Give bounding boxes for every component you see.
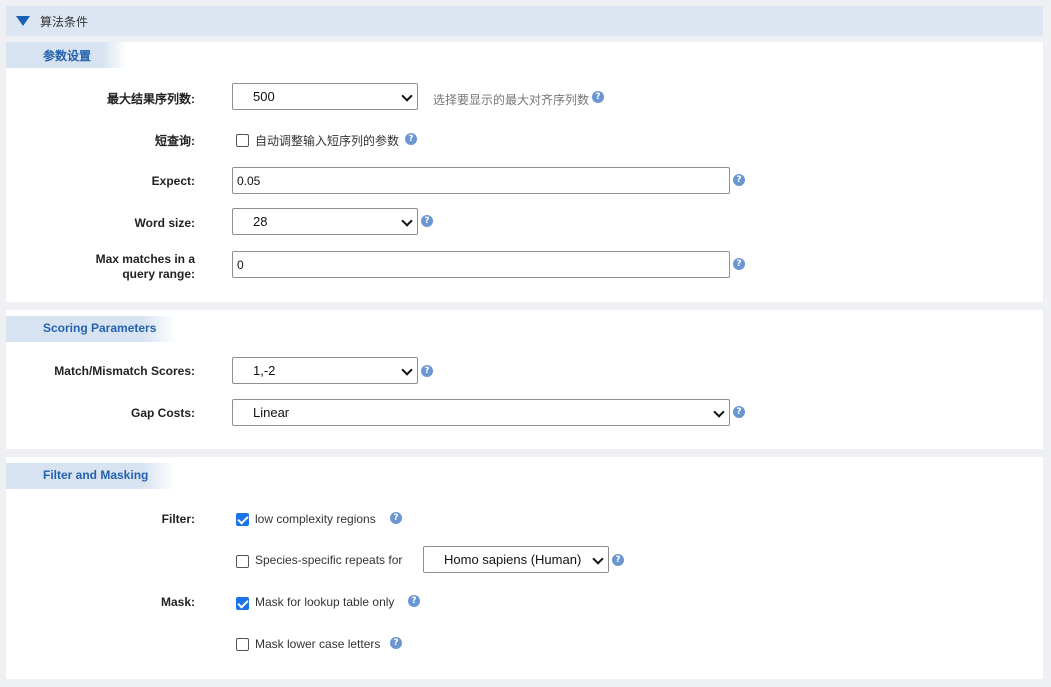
species-select[interactable]: Homo sapiens (Human): [423, 546, 609, 573]
scoring-parameters-tab: Scoring Parameters: [6, 316, 176, 342]
scoring-parameters-panel: Scoring Parameters Match/Mismatch Scores…: [6, 310, 1043, 449]
filter-masking-panel: Filter and Masking Filter: low complexit…: [6, 457, 1043, 679]
algorithm-parameters-title: 算法条件: [40, 15, 89, 29]
expect-input[interactable]: 0.05: [232, 167, 730, 194]
chevron-down-icon: [713, 406, 725, 418]
max-matches-label-line1: Max matches in a: [95, 252, 195, 266]
word-size-label: Word size:: [134, 216, 195, 230]
help-icon[interactable]: ?: [733, 258, 745, 270]
max-matches-label-line2: query range:: [122, 267, 195, 281]
mask-lookup-label[interactable]: Mask for lookup table only: [255, 595, 394, 609]
algorithm-parameters-header[interactable]: 算法条件: [6, 6, 1043, 36]
help-icon[interactable]: ?: [612, 554, 624, 566]
chevron-down-icon: [592, 553, 604, 565]
word-size-select[interactable]: 28: [232, 208, 418, 235]
collapse-triangle-icon[interactable]: [16, 16, 30, 26]
mask-lookup-checkbox[interactable]: [236, 597, 249, 610]
help-icon[interactable]: ?: [421, 365, 433, 377]
chevron-down-icon: [401, 364, 413, 376]
match-mismatch-select[interactable]: 1,-2: [232, 357, 418, 384]
filter-masking-title: Filter and Masking: [43, 468, 149, 482]
chevron-down-icon: [401, 215, 413, 227]
match-mismatch-label: Match/Mismatch Scores:: [54, 364, 195, 378]
filter-label: Filter:: [161, 512, 195, 526]
short-query-checkbox[interactable]: [236, 134, 249, 147]
gap-costs-label: Gap Costs:: [130, 406, 195, 420]
help-icon[interactable]: ?: [408, 595, 420, 607]
general-parameters-panel: 参数设置 最大结果序列数: 500 选择要显示的最大对齐序列数 ? 短查询: 自…: [6, 42, 1043, 302]
mask-label: Mask:: [160, 595, 195, 609]
gap-costs-value: Linear: [253, 405, 290, 420]
general-parameters-tab: 参数设置: [6, 42, 126, 68]
word-size-value: 28: [253, 214, 268, 229]
gap-costs-select[interactable]: Linear: [232, 399, 730, 426]
help-icon[interactable]: ?: [592, 91, 604, 103]
species-value: Homo sapiens (Human): [444, 552, 582, 567]
help-icon[interactable]: ?: [421, 215, 433, 227]
low-complexity-label[interactable]: low complexity regions: [255, 512, 376, 526]
expect-label: Expect:: [151, 174, 195, 188]
filter-masking-tab: Filter and Masking: [6, 463, 176, 489]
mask-lower-checkbox[interactable]: [236, 638, 249, 651]
help-icon[interactable]: ?: [733, 174, 745, 186]
species-repeats-label[interactable]: Species-specific repeats for: [255, 553, 402, 567]
low-complexity-checkbox[interactable]: [236, 513, 249, 526]
scoring-parameters-title: Scoring Parameters: [43, 321, 157, 335]
short-query-label: 短查询:: [155, 134, 195, 148]
max-matches-input[interactable]: 0: [232, 251, 730, 278]
mask-lower-label[interactable]: Mask lower case letters: [255, 637, 380, 651]
max-results-value: 500: [253, 89, 275, 104]
help-icon[interactable]: ?: [390, 512, 402, 524]
short-query-checkbox-label[interactable]: 自动调整输入短序列的参数: [255, 132, 399, 149]
general-parameters-title: 参数设置: [43, 49, 92, 63]
help-icon[interactable]: ?: [733, 406, 745, 418]
help-icon[interactable]: ?: [390, 637, 402, 649]
max-results-label: 最大结果序列数:: [107, 92, 195, 106]
help-icon[interactable]: ?: [405, 133, 417, 145]
chevron-down-icon: [401, 90, 413, 102]
match-mismatch-value: 1,-2: [253, 363, 276, 378]
max-results-hint: 选择要显示的最大对齐序列数: [433, 93, 590, 107]
species-repeats-checkbox[interactable]: [236, 555, 249, 568]
max-results-select[interactable]: 500: [232, 83, 418, 110]
